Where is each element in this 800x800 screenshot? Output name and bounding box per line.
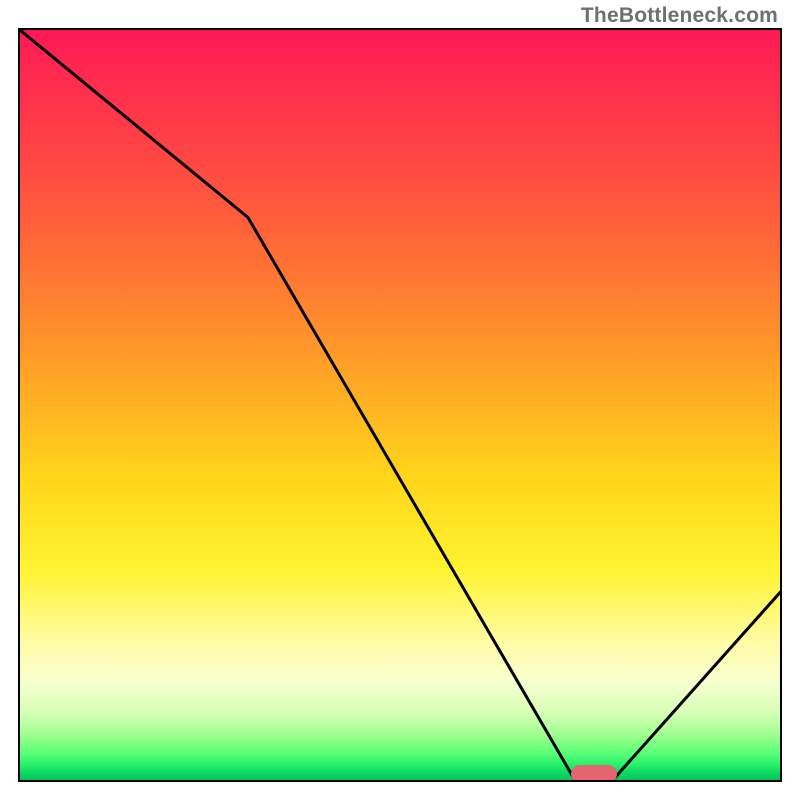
chart-frame [18, 28, 782, 782]
optimum-marker [571, 765, 617, 782]
chart-background-gradient [20, 30, 780, 780]
watermark-label: TheBottleneck.com [581, 4, 778, 28]
